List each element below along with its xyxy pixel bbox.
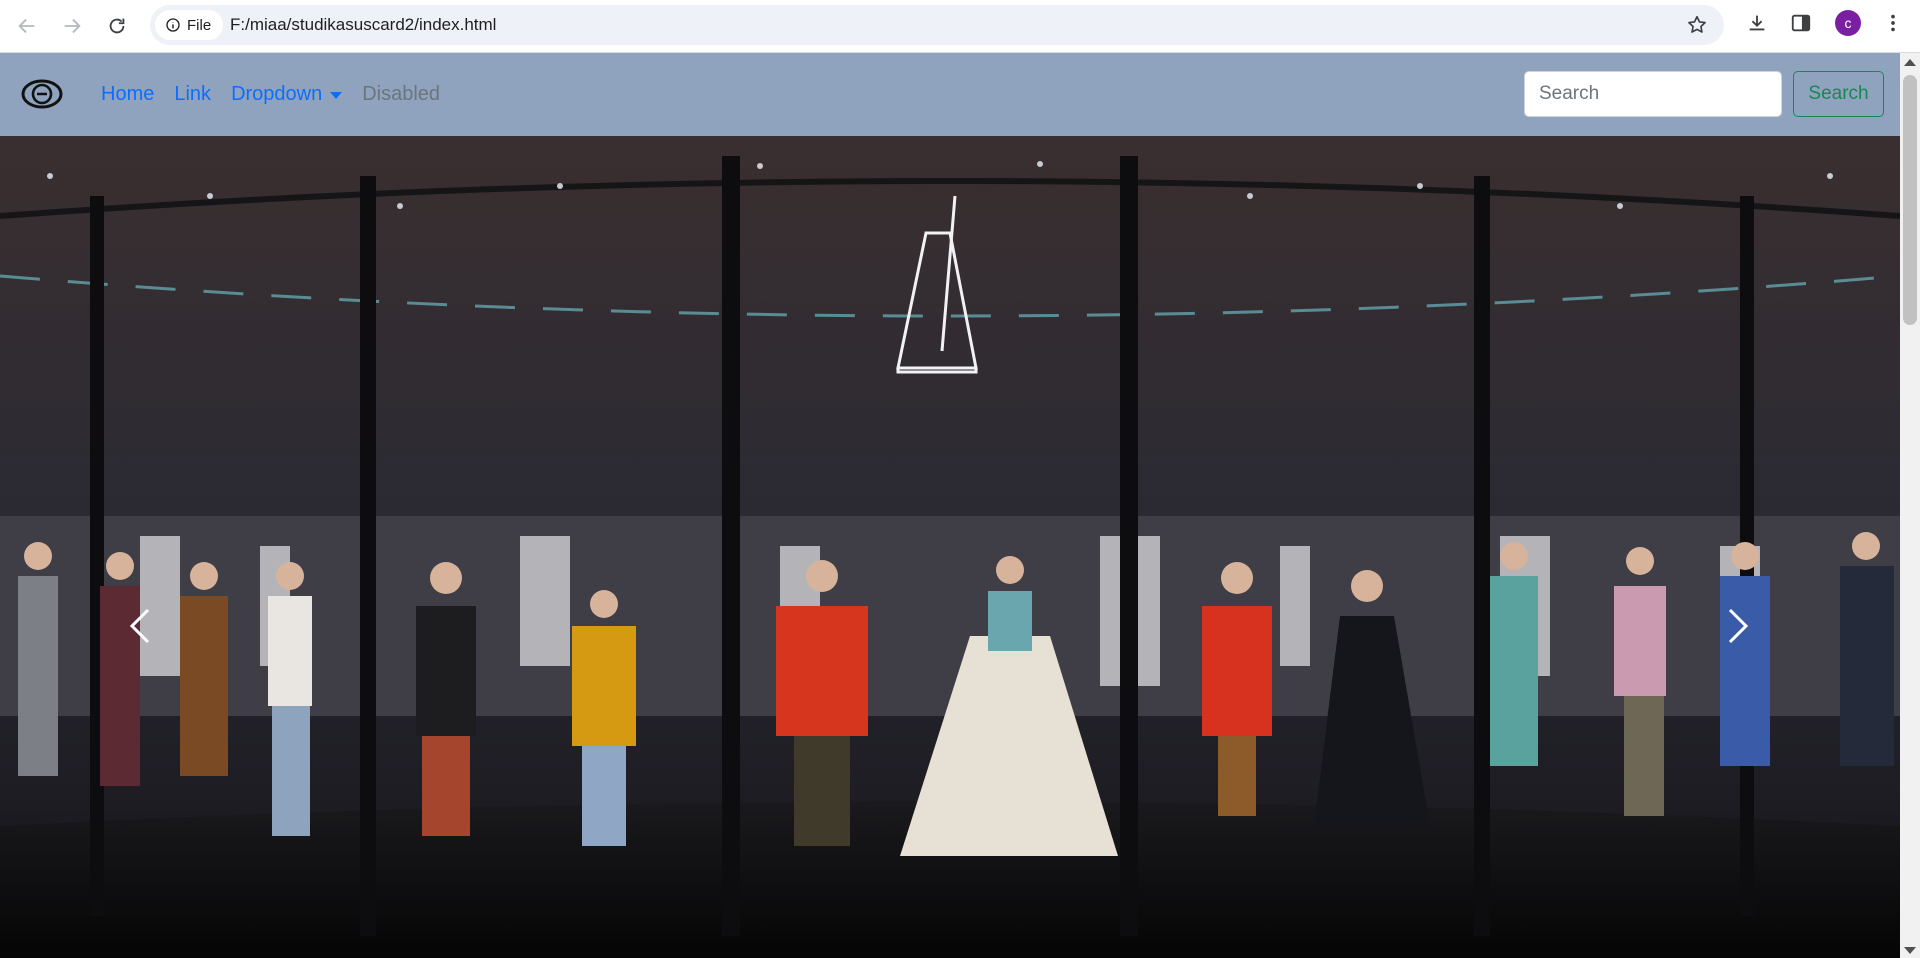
- star-icon[interactable]: [1686, 14, 1708, 36]
- profile-avatar[interactable]: c: [1835, 10, 1861, 36]
- scrollbar-thumb[interactable]: [1903, 75, 1917, 325]
- download-button[interactable]: [1744, 10, 1770, 36]
- forward-button[interactable]: [55, 9, 89, 43]
- page-scrollbar[interactable]: [1900, 53, 1920, 958]
- side-panel-icon: [1791, 14, 1811, 32]
- arrow-right-icon: [64, 18, 81, 34]
- browser-toolbar: File F:/miaa/studikasuscard2/index.html …: [0, 0, 1920, 53]
- address-bar[interactable]: File F:/miaa/studikasuscard2/index.html: [150, 5, 1724, 45]
- reload-button[interactable]: [100, 9, 134, 43]
- nav-dropdown-toggle[interactable]: Dropdown: [221, 83, 352, 106]
- arrow-left-icon: [18, 18, 35, 34]
- search-input[interactable]: [1524, 71, 1782, 117]
- chevron-left-icon: [129, 608, 150, 644]
- scroll-up-arrow-icon[interactable]: [1904, 59, 1916, 66]
- carousel-prev-button[interactable]: [120, 596, 160, 656]
- gucci-logo-icon[interactable]: [20, 76, 64, 112]
- site-info-chip[interactable]: File: [155, 10, 223, 40]
- nav-home-link[interactable]: Home: [101, 83, 164, 106]
- nav-links: Home Link Dropdown Disabled: [101, 53, 450, 136]
- browser-menu-button[interactable]: [1880, 10, 1906, 36]
- side-panel-button[interactable]: [1788, 10, 1814, 36]
- site-navbar: Home Link Dropdown Disabled Search: [0, 53, 1900, 136]
- nav-dropdown-label: Dropdown: [231, 83, 323, 105]
- nav-disabled-link: Disabled: [362, 83, 441, 105]
- back-button[interactable]: [10, 9, 44, 43]
- scroll-down-arrow-icon[interactable]: [1904, 947, 1916, 954]
- hero-carousel: [0, 136, 1900, 958]
- carousel-next-button[interactable]: [1718, 596, 1758, 656]
- url-text[interactable]: F:/miaa/studikasuscard2/index.html: [230, 5, 496, 45]
- reload-icon: [109, 18, 125, 34]
- carousel-image: [0, 136, 1900, 958]
- caret-down-icon: [330, 92, 343, 99]
- nav-link-link[interactable]: Link: [164, 83, 221, 106]
- kebab-menu-icon: [1891, 14, 1895, 32]
- download-icon: [1749, 15, 1765, 31]
- info-icon: [166, 18, 180, 32]
- site-info-label: File: [187, 16, 212, 34]
- search-button[interactable]: Search: [1793, 71, 1884, 117]
- chevron-right-icon: [1728, 608, 1749, 644]
